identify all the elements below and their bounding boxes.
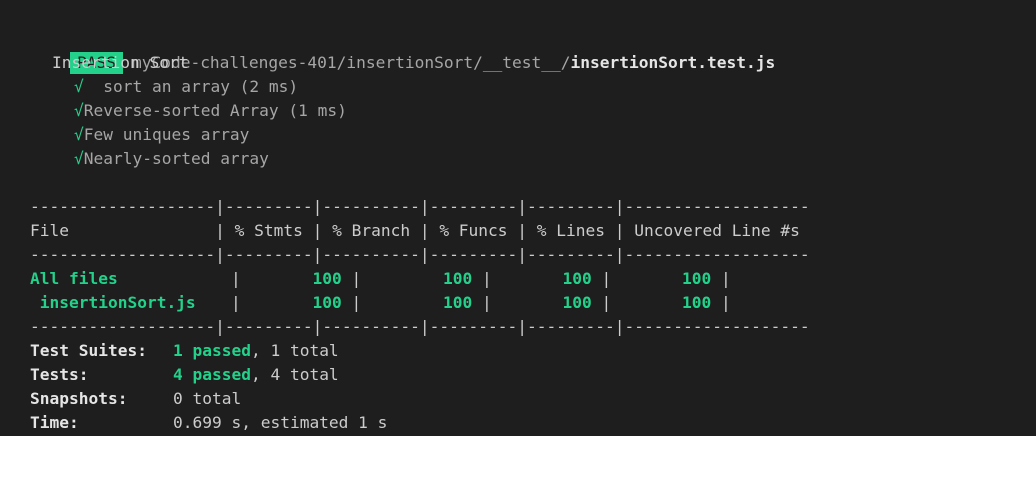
test-result: √Few uniques array (74, 123, 249, 147)
summary-suites: Test Suites: 1 passed, 1 total (30, 341, 339, 360)
test-result: √Nearly-sorted array (74, 147, 269, 171)
table-divider: -------------------|---------|----------… (30, 197, 810, 216)
test-name: sort an array (2 ms) (93, 77, 299, 96)
test-file-header: PASS myCode-challenges-401/insertionSort/… (31, 27, 775, 74)
row-stmts: 100 (312, 293, 342, 312)
test-name: Reverse-sorted Array (1 ms) (83, 101, 347, 120)
check-icon: √ (74, 125, 84, 144)
table-row: All files | 100 | 100 | 100 | 100 | (30, 267, 731, 291)
table-row: insertionSort.js | 100 | 100 | 100 | 100 | (30, 291, 731, 315)
table-divider: -------------------|---------|----------… (30, 245, 810, 264)
test-result: √Reverse-sorted Array (1 ms) (74, 99, 347, 123)
test-path-dir: myCode-challenges-401/insertionSort/__te… (131, 53, 571, 72)
summary-tests: Tests: 4 passed, 4 total (30, 365, 339, 384)
row-lines: 100 (682, 269, 712, 288)
row-branch: 100 (443, 293, 473, 312)
check-icon: √ (74, 77, 84, 96)
test-name: Nearly-sorted array (83, 149, 269, 168)
test-name: Few uniques array (83, 125, 250, 144)
check-icon: √ (74, 149, 84, 168)
summary-time: Time: 0.699 s, estimated 1 s (30, 413, 388, 432)
test-result: √ sort an array (2 ms) (74, 75, 298, 99)
check-icon: √ (74, 101, 84, 120)
row-lines: 100 (682, 293, 712, 312)
row-stmts: 100 (312, 269, 342, 288)
row-file: insertionSort.js (30, 293, 196, 312)
row-branch: 100 (443, 269, 473, 288)
suite-name: Insertion Sort (52, 53, 189, 72)
summary-snapshots: Snapshots: 0 total (30, 389, 242, 408)
row-file: All files (30, 269, 118, 288)
terminal-output: PASS myCode-challenges-401/insertionSort/… (0, 0, 1036, 436)
test-path-file: insertionSort.test.js (570, 53, 776, 72)
row-funcs: 100 (562, 269, 592, 288)
coverage-table-header: File | % Stmts | % Branch | % Funcs | % … (30, 221, 810, 240)
row-funcs: 100 (562, 293, 592, 312)
table-divider: -------------------|---------|----------… (30, 317, 810, 336)
